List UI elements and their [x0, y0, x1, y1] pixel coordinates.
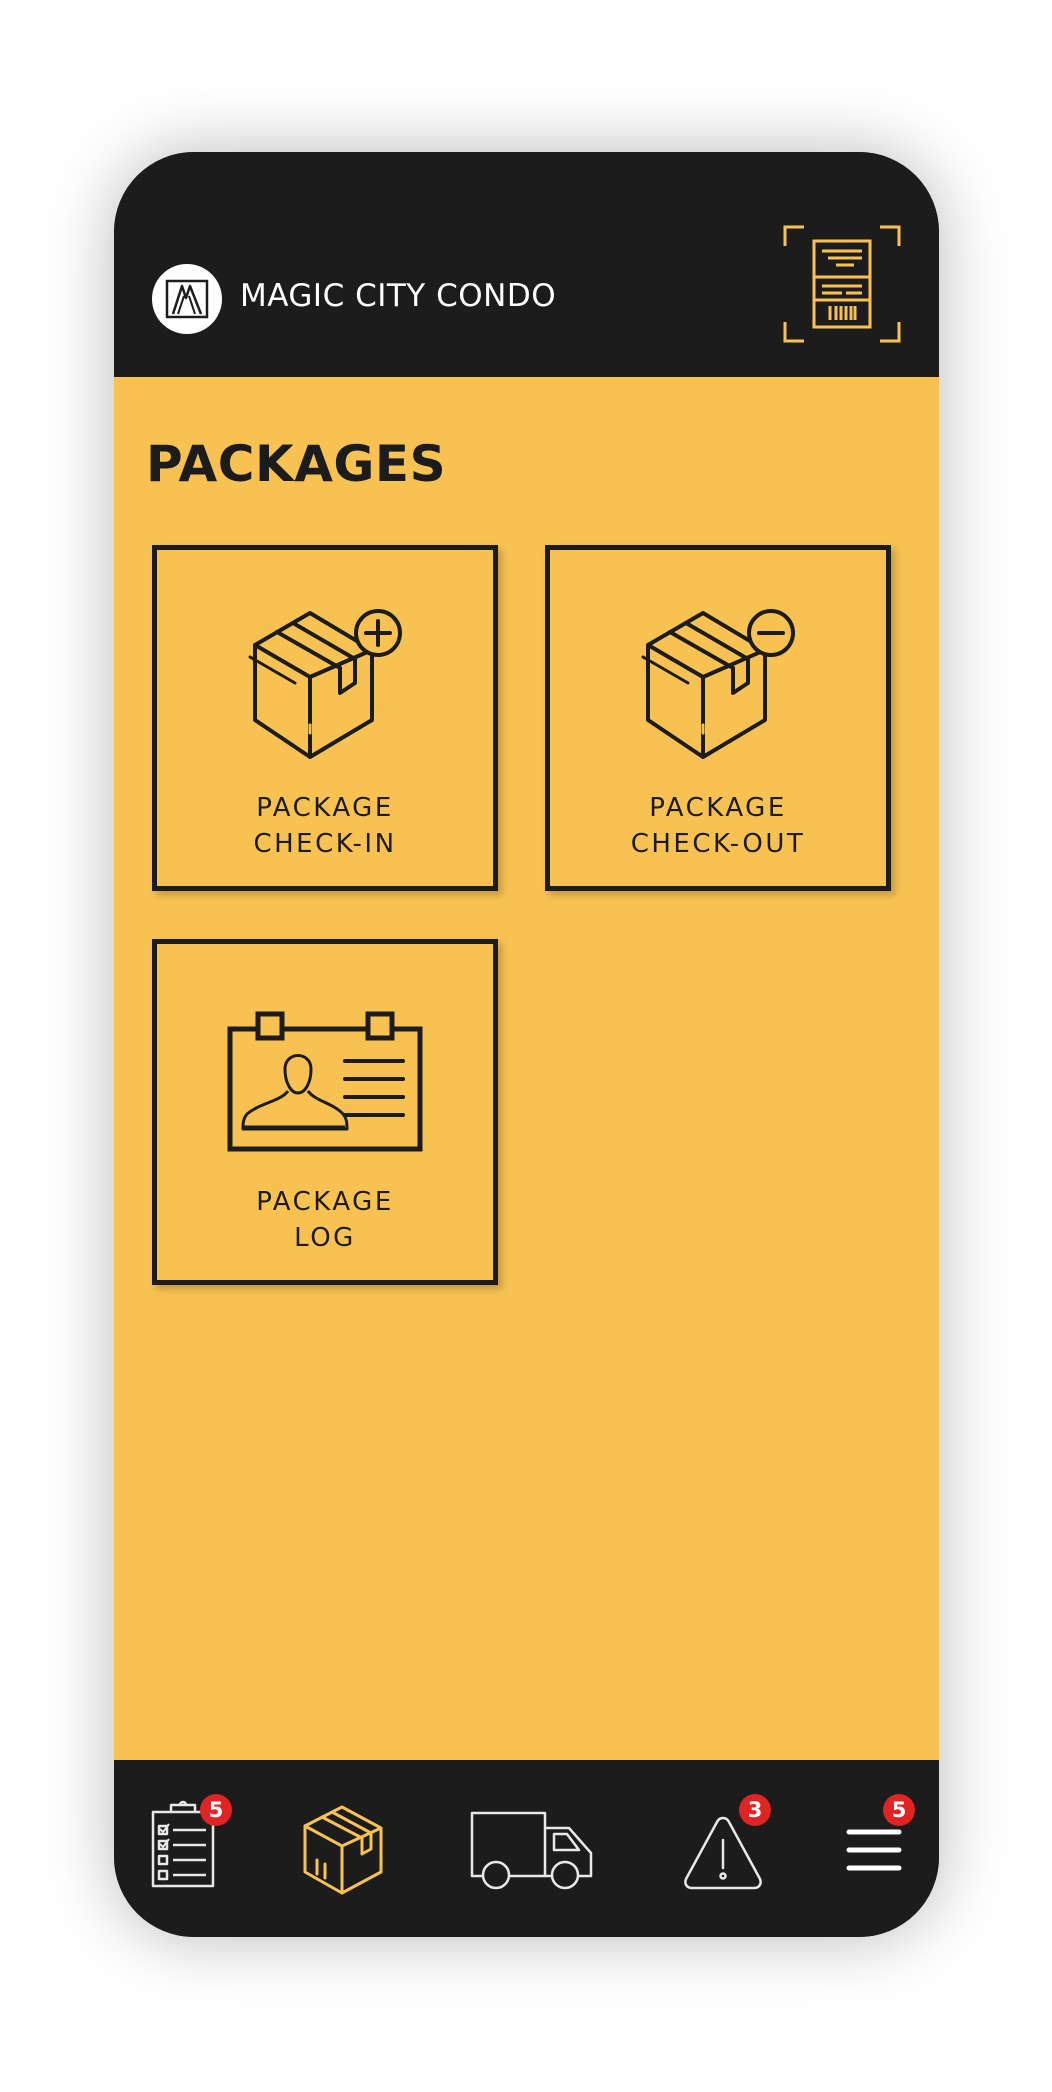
tile-label: PACKAGE CHECK-IN	[253, 793, 397, 859]
app-header: MAGIC CITY CONDO	[114, 152, 939, 377]
nav-alerts[interactable]: 3	[681, 1794, 771, 1892]
hamburger-menu-icon	[846, 1829, 902, 1871]
barcode-scan-icon	[783, 225, 901, 343]
page-title: PACKAGES	[146, 435, 447, 493]
building-logo-icon	[152, 264, 222, 334]
package-add-icon	[157, 605, 493, 775]
phone-frame: MAGIC CITY CONDO PACKAGES PACKAGE CHECK-…	[114, 152, 939, 1937]
tile-label: PACKAGE LOG	[256, 1187, 394, 1253]
package-check-out-tile[interactable]: PACKAGE CHECK-OUT	[545, 545, 891, 891]
package-log-tile[interactable]: PACKAGE LOG	[152, 939, 498, 1285]
package-icon	[303, 1805, 383, 1895]
menu-badge: 5	[883, 1794, 915, 1826]
tasks-badge: 5	[200, 1794, 232, 1826]
main-content: PACKAGES PACKAGE CHECK-IN PACKAGE CHECK-…	[114, 377, 939, 1760]
brand-name: MAGIC CITY CONDO	[240, 278, 557, 314]
package-check-in-tile[interactable]: PACKAGE CHECK-IN	[152, 545, 498, 891]
id-card-icon	[157, 1009, 493, 1154]
nav-deliveries[interactable]	[469, 1808, 595, 1890]
nav-tasks[interactable]: 5	[148, 1794, 232, 1890]
bottom-nav: 5 3 5	[114, 1760, 939, 1937]
alerts-badge: 3	[739, 1794, 771, 1826]
barcode-scan-button[interactable]	[782, 224, 902, 344]
package-remove-icon	[550, 605, 886, 775]
delivery-truck-icon	[470, 1811, 593, 1890]
nav-packages[interactable]	[300, 1804, 386, 1896]
tile-label: PACKAGE CHECK-OUT	[630, 793, 806, 859]
nav-menu[interactable]: 5	[845, 1794, 915, 1876]
